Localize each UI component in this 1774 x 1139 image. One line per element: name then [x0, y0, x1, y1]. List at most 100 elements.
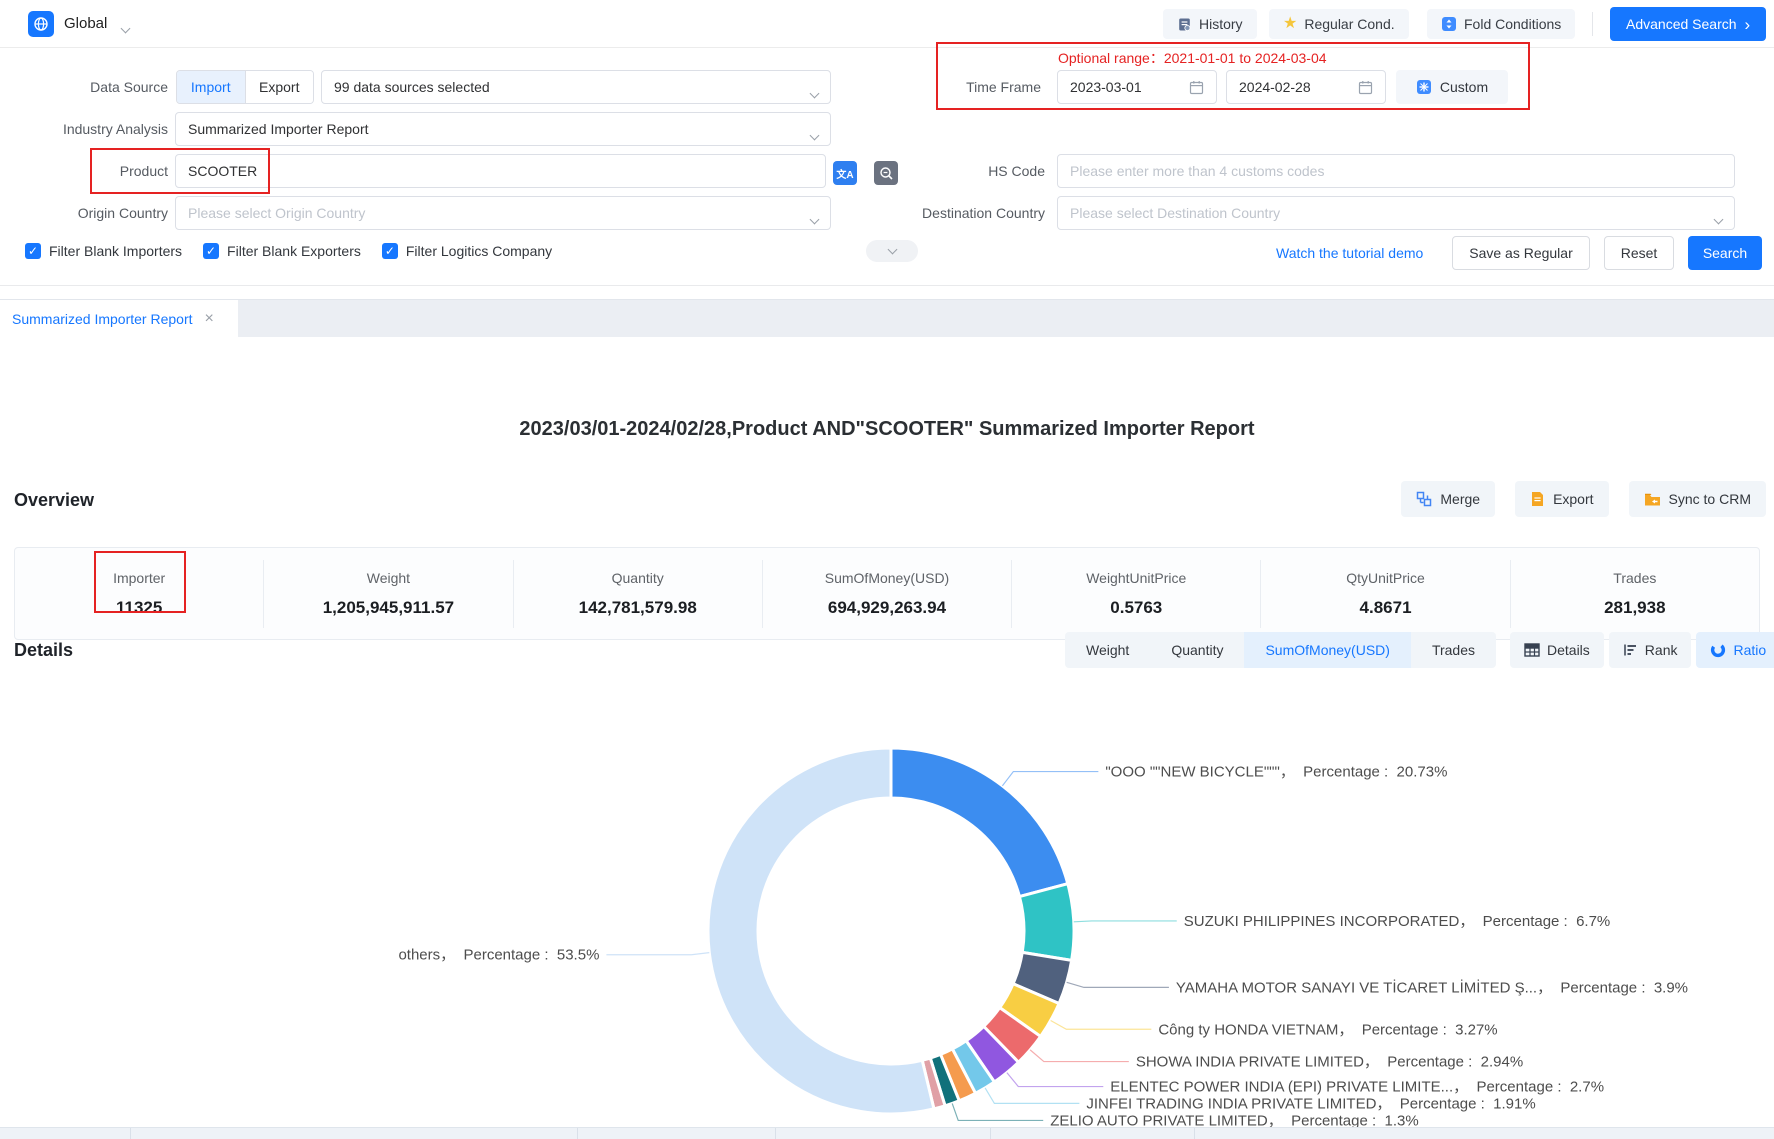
stat-value: 694,929,263.94 [763, 598, 1011, 618]
stat-label: Weight [264, 570, 512, 586]
export-button[interactable]: Export [1515, 481, 1608, 517]
expand-conditions-button[interactable] [866, 240, 918, 262]
chevron-right-icon: › [1745, 16, 1751, 33]
donut-segment[interactable] [891, 748, 1068, 897]
checkbox-label: Filter Blank Importers [49, 243, 182, 259]
checkbox-checked-icon[interactable]: ✓ [203, 243, 219, 259]
donut-segment-label: SUZUKI PHILIPPINES INCORPORATED， Percent… [1184, 913, 1611, 930]
stat-weight: Weight1,205,945,911.57 [263, 560, 512, 628]
advanced-search-button[interactable]: Advanced Search › [1610, 7, 1766, 41]
sync-crm-icon [1644, 492, 1661, 507]
chevron-down-icon [811, 84, 818, 100]
merge-button[interactable]: Merge [1401, 481, 1495, 517]
region-selector[interactable]: Global [64, 15, 107, 32]
stat-value: 281,938 [1511, 598, 1759, 618]
date-from-input[interactable]: 2023-03-01 [1057, 70, 1217, 104]
custom-icon [1416, 79, 1432, 95]
industry-analysis-select[interactable]: Summarized Importer Report [175, 112, 831, 146]
search-button[interactable]: Search [1688, 236, 1762, 270]
custom-range-button[interactable]: Custom [1396, 70, 1508, 104]
metric-tab-quantity[interactable]: Quantity [1150, 632, 1244, 668]
stat-value: 11325 [15, 598, 263, 618]
date-to-input[interactable]: 2024-02-28 [1226, 70, 1386, 104]
hs-code-placeholder: Please enter more than 4 customs codes [1070, 163, 1324, 179]
page: Global History ★ Regular Cond. Fold Cond… [0, 0, 1774, 1139]
metric-tab-sumofmoney-usd-[interactable]: SumOfMoney(USD) [1244, 632, 1410, 668]
label-leader-line [952, 1103, 1043, 1120]
fold-conditions-label: Fold Conditions [1464, 16, 1561, 32]
checkbox-checked-icon[interactable]: ✓ [25, 243, 41, 259]
fuzzy-search-icon[interactable] [874, 161, 898, 185]
time-frame-label: Time Frame [901, 79, 1041, 95]
importer-ratio-donut-chart: "OOO ""NEW BICYCLE"""， Percentage : 20.7… [0, 670, 1774, 1139]
destination-country-select[interactable]: Please select Destination Country [1057, 196, 1735, 230]
chevron-down-icon [811, 210, 818, 226]
filter-checkbox[interactable]: ✓ Filter Blank Importers [25, 243, 182, 259]
origin-country-label: Origin Country [28, 205, 168, 221]
save-as-regular-button[interactable]: Save as Regular [1452, 236, 1590, 270]
label-leader-line [1051, 1020, 1152, 1029]
data-source-toggle: Import Export [176, 70, 314, 104]
view-tab-label: Details [1547, 642, 1590, 658]
chevron-down-icon[interactable] [122, 19, 129, 37]
destination-country-placeholder: Please select Destination Country [1070, 205, 1280, 221]
stat-value: 0.5763 [1012, 598, 1260, 618]
stat-trades: Trades 281,938 [1510, 560, 1759, 628]
label-leader-line [606, 953, 709, 955]
reset-button[interactable]: Reset [1604, 236, 1674, 270]
metric-tab-trades[interactable]: Trades [1411, 632, 1496, 668]
optional-range-note: Optional range：2021-01-01 to 2024-03-04 [1058, 48, 1327, 68]
import-tab[interactable]: Import [177, 71, 245, 103]
date-to-value: 2024-02-28 [1239, 79, 1311, 95]
industry-analysis-label: Industry Analysis [28, 121, 168, 137]
filter-checkbox[interactable]: ✓Filter Blank Exporters [203, 243, 361, 259]
merge-icon [1416, 491, 1432, 507]
origin-country-select[interactable]: Please select Origin Country [175, 196, 831, 230]
regular-cond-button[interactable]: ★ Regular Cond. [1269, 9, 1409, 39]
view-tab-rank[interactable]: Rank [1609, 632, 1692, 668]
close-icon[interactable]: × [205, 310, 214, 328]
stat-quantity: Quantity142,781,579.98 [513, 560, 762, 628]
merge-label: Merge [1440, 491, 1480, 507]
translate-icon[interactable]: 文A [833, 161, 857, 185]
globe-icon [28, 11, 54, 37]
history-button[interactable]: History [1163, 9, 1257, 39]
view-tab-label: Rank [1645, 642, 1678, 658]
ratio-donut-icon [1710, 642, 1726, 658]
checkbox-checked-icon[interactable]: ✓ [382, 243, 398, 259]
product-input[interactable]: SCOOTER [175, 154, 826, 188]
product-label: Product [28, 163, 168, 179]
donut-segment[interactable] [708, 748, 934, 1114]
label-leader-line [985, 1088, 1079, 1103]
tab-summarized-importer-report[interactable]: Summarized Importer Report × [0, 300, 238, 337]
stat-label: Trades [1511, 570, 1759, 586]
stat-label: WeightUnitPrice [1012, 570, 1260, 586]
stat-label: QtyUnitPrice [1261, 570, 1509, 586]
donut-segment-label: SHOWA INDIA PRIVATE LIMITED， Percentage … [1136, 1054, 1523, 1071]
stat-importer: Importer11325 [15, 560, 263, 628]
chevron-down-icon [811, 126, 818, 142]
hs-code-input[interactable]: Please enter more than 4 customs codes [1057, 154, 1735, 188]
fold-conditions-button[interactable]: Fold Conditions [1427, 9, 1575, 39]
destination-country-label: Destination Country [905, 205, 1045, 221]
calendar-icon [1358, 80, 1373, 95]
history-label: History [1199, 16, 1243, 32]
export-tab[interactable]: Export [245, 71, 314, 103]
donut-segment[interactable] [1019, 884, 1074, 961]
view-tab-details[interactable]: Details [1510, 632, 1604, 668]
sync-to-crm-button[interactable]: Sync to CRM [1629, 481, 1766, 517]
chevron-down-icon [1715, 210, 1722, 226]
donut-segment-label: "OOO ""NEW BICYCLE"""， Percentage : 20.7… [1105, 764, 1447, 781]
rank-icon [1623, 643, 1638, 657]
overview-stats-card: Importer11325Weight1,205,945,911.57Quant… [14, 547, 1760, 640]
filter-checkbox[interactable]: ✓Filter Logitics Company [382, 243, 552, 259]
tutorial-link[interactable]: Watch the tutorial demo [1276, 245, 1423, 261]
stat-value: 142,781,579.98 [514, 598, 762, 618]
advanced-search-label: Advanced Search [1626, 16, 1737, 32]
stat-qtyunitprice: QtyUnitPrice4.8671 [1260, 560, 1509, 628]
data-sources-select[interactable]: 99 data sources selected [321, 70, 831, 104]
stat-sumofmoney-usd-: SumOfMoney(USD)694,929,263.94 [762, 560, 1011, 628]
metric-tab-weight[interactable]: Weight [1065, 632, 1150, 668]
view-tab-ratio[interactable]: Ratio [1696, 632, 1774, 668]
label-leader-line [1030, 1050, 1129, 1062]
